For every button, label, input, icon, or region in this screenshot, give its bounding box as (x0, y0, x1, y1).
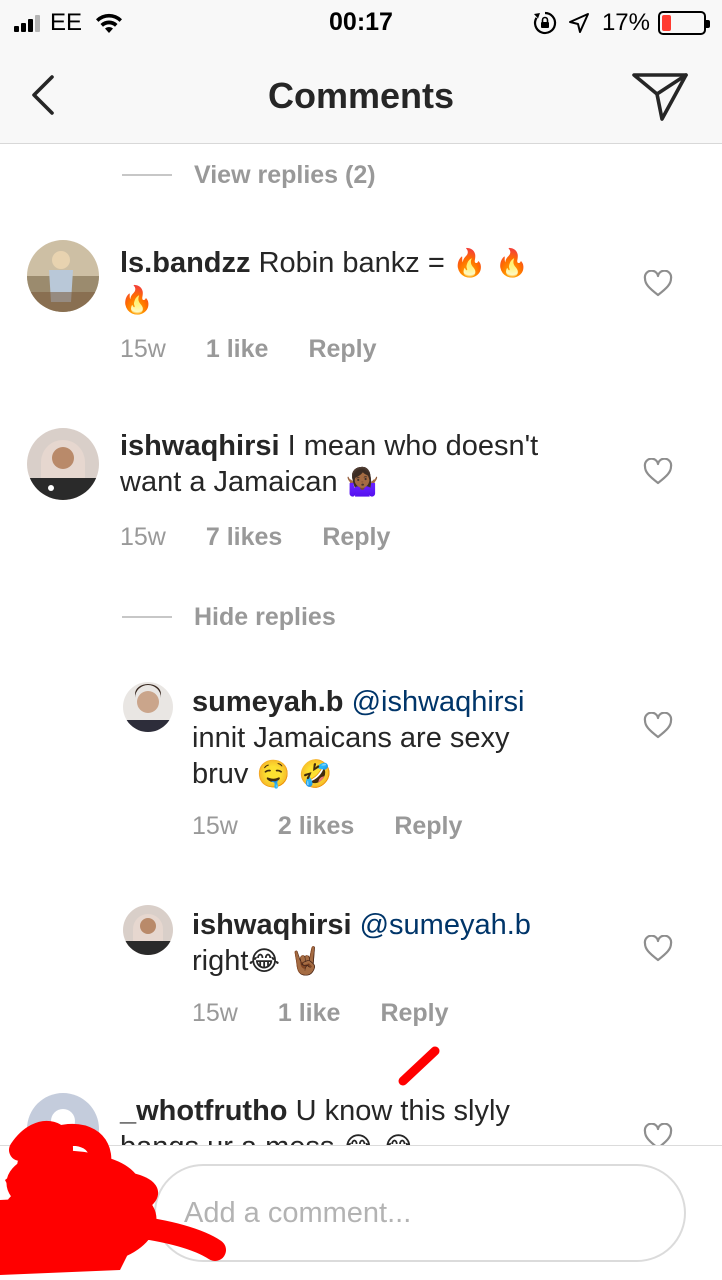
avatar[interactable] (27, 428, 99, 500)
reply-button[interactable]: Reply (308, 335, 376, 364)
mention-link[interactable]: @ishwaqhirsi (352, 686, 525, 718)
heart-icon[interactable] (643, 1123, 673, 1145)
heart-icon[interactable] (643, 712, 673, 740)
comment-text: ishwaqhirsi I mean who doesn't want a Ja… (120, 428, 600, 501)
comment-text: ls.bandzz Robin bankz = 🔥 🔥 🔥 (120, 245, 600, 319)
comment-body: bangs ur a mess (120, 1131, 342, 1145)
view-replies-toggle[interactable]: View replies (2) (122, 155, 376, 195)
comment-username[interactable]: ishwaqhirsi (120, 430, 280, 462)
reply-button[interactable]: Reply (322, 523, 390, 552)
comment-body: bruv (192, 758, 257, 790)
fire-emoji: 🔥 (120, 285, 154, 316)
hide-replies-label: Hide replies (194, 602, 336, 631)
comment-time: 15w (120, 523, 166, 551)
rotation-lock-icon (533, 11, 557, 35)
comment-body: want a Jamaican (120, 466, 346, 498)
comment-body: Robin bankz = (250, 247, 453, 279)
laugh-horns-emoji: 😂 🤘🏾 (248, 946, 323, 977)
comment-meta: 15w 7 likes Reply (120, 523, 430, 552)
reply-button[interactable]: Reply (394, 812, 462, 841)
comment-username[interactable]: sumeyah.b (192, 686, 344, 718)
comment-username[interactable]: ishwaqhirsi (192, 909, 352, 941)
page-title: Comments (267, 75, 455, 116)
comment-time: 15w (192, 812, 238, 840)
avatar[interactable] (123, 905, 173, 955)
comment-body: innit Jamaicans are sexy (192, 722, 510, 754)
drool-laugh-emoji: 🤤 🤣 (256, 759, 333, 790)
avatar[interactable] (27, 240, 99, 312)
comment-time: 15w (120, 335, 166, 363)
avatar[interactable] (123, 682, 173, 732)
like-count[interactable]: 7 likes (206, 523, 282, 552)
shrug-emoji: 🤷🏾‍♀️ (345, 467, 380, 498)
comment-meta: 15w 1 like Reply (192, 999, 489, 1028)
like-count[interactable]: 1 like (278, 999, 341, 1028)
reply-button[interactable]: Reply (380, 999, 448, 1028)
comment-composer (0, 1145, 722, 1280)
status-bar: EE 00:17 17% (0, 0, 722, 46)
location-arrow-icon (568, 13, 589, 33)
comment-time: 15w (192, 999, 238, 1027)
battery-fill (662, 15, 671, 31)
status-right: 17% (532, 8, 710, 38)
heart-icon[interactable] (643, 935, 673, 963)
nav-header: Comments (0, 46, 722, 144)
avatar[interactable] (27, 1093, 99, 1145)
like-count[interactable]: 1 like (206, 335, 269, 364)
paper-plane-icon[interactable] (630, 70, 690, 122)
divider (122, 616, 172, 618)
comment-meta: 15w 2 likes Reply (192, 812, 502, 841)
view-replies-label: View replies (2) (194, 160, 376, 189)
comment-body: I mean who doesn't (279, 430, 539, 462)
comment-list[interactable]: View replies (2) ls.bandzz Robin bankz =… (0, 145, 722, 1145)
comment-meta: 15w 1 like Reply (120, 335, 417, 364)
fire-emoji: 🔥 🔥 (452, 248, 529, 279)
comment-text: ishwaqhirsi @sumeyah.b right😂 🤘🏾 (192, 907, 612, 980)
laugh-emoji: 😂 😂 (342, 1132, 414, 1145)
heart-icon[interactable] (643, 270, 673, 298)
comment-text: _whotfrutho U know this slyly bangs ur a… (120, 1093, 600, 1145)
comment-text: sumeyah.b @ishwaqhirsi innit Jamaicans a… (192, 684, 612, 793)
comment-body: right (192, 945, 249, 977)
comment-username[interactable]: _whotfrutho (120, 1095, 288, 1127)
battery-percent: 17% (601, 9, 650, 36)
battery-icon (658, 11, 710, 35)
heart-icon[interactable] (643, 458, 673, 486)
like-count[interactable]: 2 likes (278, 812, 354, 841)
comment-username[interactable]: ls.bandzz (120, 247, 251, 279)
comment-body: U know this slyly (287, 1095, 510, 1127)
divider (122, 174, 172, 176)
comment-input[interactable] (154, 1164, 686, 1262)
mention-link[interactable]: @sumeyah.b (360, 909, 531, 941)
hide-replies-toggle[interactable]: Hide replies (122, 597, 336, 637)
